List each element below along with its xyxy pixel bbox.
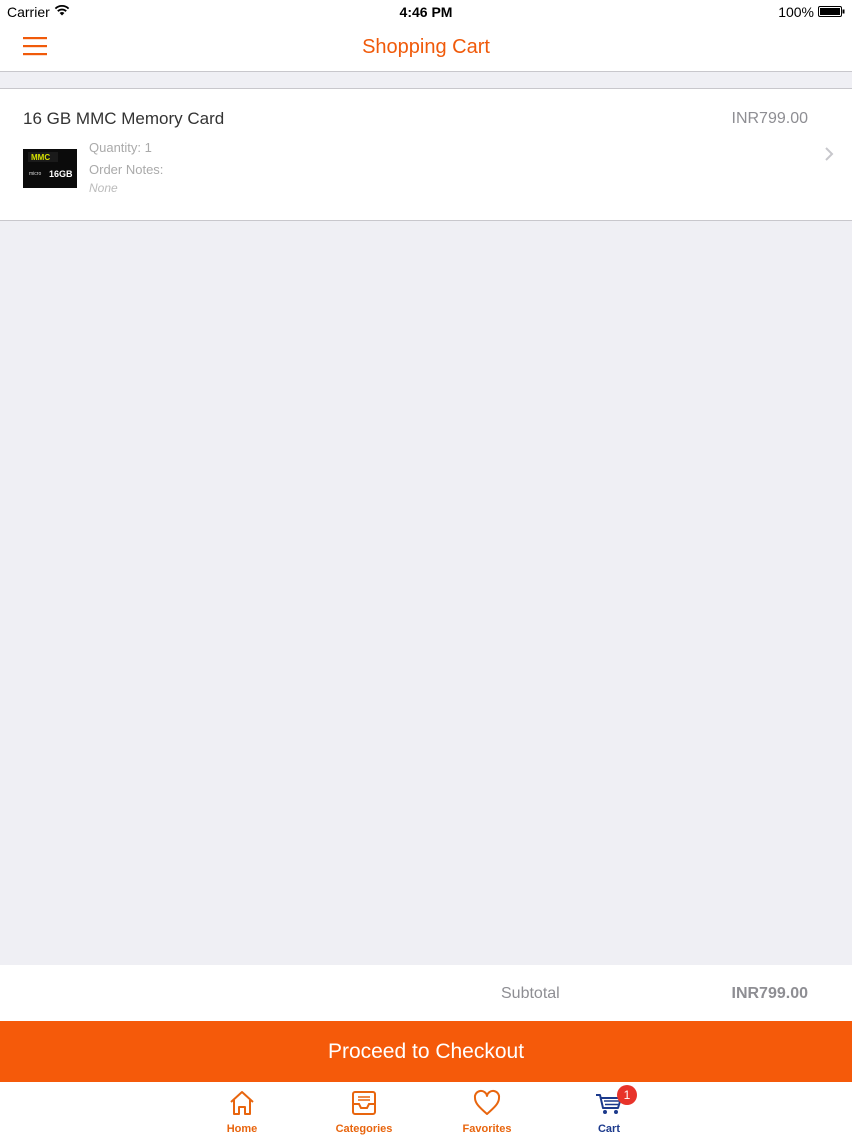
status-bar: Carrier 4:46 PM 100% [0,0,852,22]
tab-home-label: Home [226,1123,258,1135]
tab-cart[interactable]: 1 Cart [569,1082,649,1136]
order-notes-label: Order Notes: [89,162,164,177]
order-notes-value: None [89,181,118,195]
subtotal-value: INR799.00 [731,985,809,1002]
chevron-right-icon [825,147,834,161]
cart-count-badge: 1 [617,1085,637,1105]
tab-cart-label: Cart [597,1123,620,1135]
svg-text:micro: micro [29,171,41,177]
proceed-to-checkout-button[interactable]: Proceed to Checkout [0,1021,852,1082]
tab-home[interactable]: Home [202,1082,282,1136]
tab-categories[interactable]: Categories [324,1082,404,1136]
cart-item-row[interactable]: 16 GB MMC Memory Card INR799.00 MMC micr… [0,88,852,221]
tab-favorites[interactable]: Favorites [447,1082,527,1136]
product-thumbnail: MMC micro 16GB [23,149,77,188]
battery-percent: 100% [778,4,814,20]
thumbnail-brand-text: MMC [31,153,50,162]
heart-icon [473,1089,501,1115]
tab-favorites-label: Favorites [462,1123,512,1135]
tab-categories-label: Categories [335,1123,393,1135]
clock: 4:46 PM [399,4,453,20]
home-icon [230,1091,254,1115]
thumbnail-capacity-text: 16GB [49,169,73,179]
inbox-icon [352,1091,376,1115]
product-name: 16 GB MMC Memory Card [23,109,225,128]
tab-bar: Home Categories Favorites 1 Cart [0,1082,852,1136]
battery-icon [818,6,845,17]
subtotal-label: Subtotal [501,985,560,1002]
page-title: Shopping Cart [362,36,490,58]
subtotal-bar: Subtotal INR799.00 [0,965,852,1021]
product-price: INR799.00 [731,110,809,127]
quantity-label: Quantity: 1 [89,140,152,155]
navigation-bar: Shopping Cart [0,22,852,72]
